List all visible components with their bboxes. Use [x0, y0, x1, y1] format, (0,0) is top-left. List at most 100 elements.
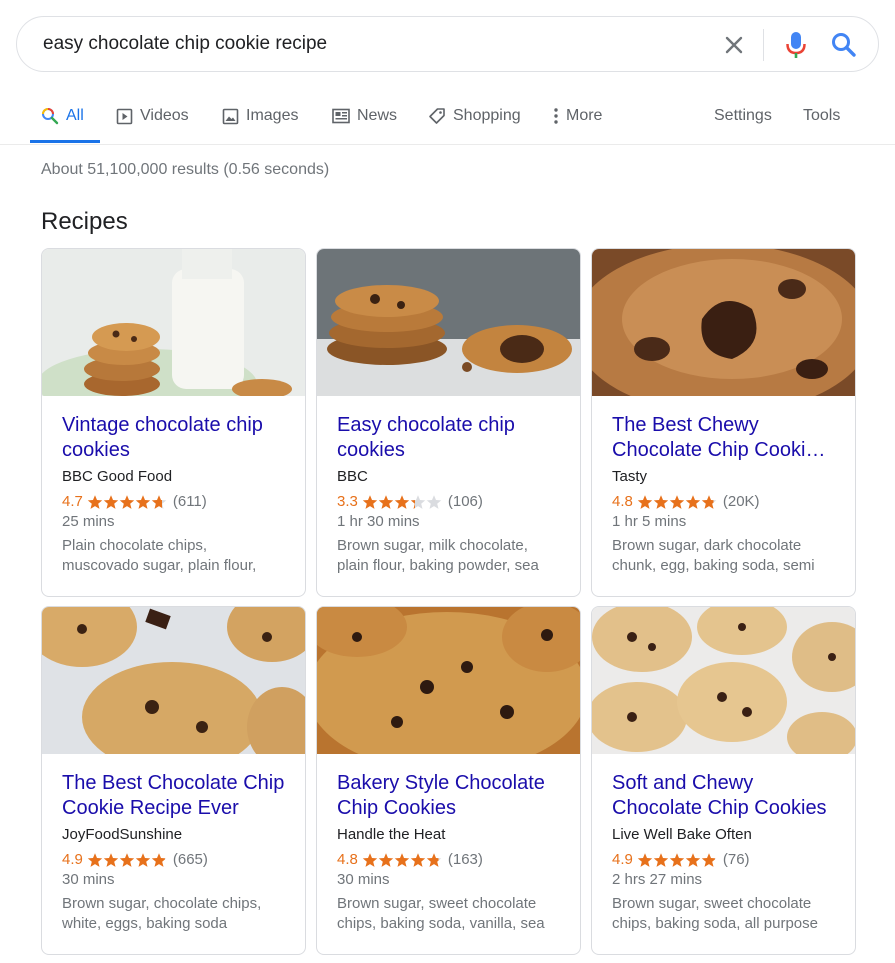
recipe-title[interactable]: The Best Chewy Chocolate Chip Cooki…: [612, 413, 840, 463]
tab-news[interactable]: News: [332, 106, 397, 126]
review-count: (611): [172, 493, 207, 510]
recipe-source: JoyFoodSunshine: [62, 826, 183, 843]
more-vertical-icon: [554, 108, 558, 124]
tab-videos[interactable]: Videos: [116, 106, 189, 126]
active-tab-indicator: [30, 140, 100, 143]
search-bar: easy chocolate chip cookie recipe: [16, 16, 879, 72]
star-icon: [119, 494, 135, 509]
star-icon: [151, 494, 167, 509]
tab-shopping[interactable]: Shopping: [428, 106, 521, 126]
star-icon: [394, 494, 410, 509]
recipe-photo: [42, 607, 305, 754]
star-icon: [653, 852, 669, 867]
star-icon: [362, 494, 378, 509]
tab-videos-label: Videos: [140, 107, 189, 124]
star-icon: [426, 494, 442, 509]
tabs-divider: [0, 144, 895, 145]
tab-shopping-label: Shopping: [453, 107, 521, 124]
image-icon: [222, 108, 239, 124]
recipe-ingredients: Brown sugar, dark chocolate chunk, egg, …: [612, 537, 815, 574]
star-icon: [653, 494, 669, 509]
star-rating: [637, 494, 717, 510]
recipe-card[interactable]: Soft and Chewy Chocolate Chip Cookies Li…: [591, 606, 856, 955]
tab-more-label: More: [566, 107, 603, 124]
tag-icon: [429, 108, 445, 124]
recipe-source: Handle the Heat: [337, 826, 446, 843]
recipe-title[interactable]: The Best Chocolate Chip Cookie Recipe Ev…: [62, 771, 290, 821]
rating-value: 4.7: [62, 493, 83, 510]
microphone-icon: [786, 32, 806, 58]
recipe-title[interactable]: Bakery Style Chocolate Chip Cookies: [337, 771, 565, 821]
result-stats: About 51,100,000 results (0.56 seconds): [41, 161, 330, 178]
recipe-title[interactable]: Easy chocolate chip cookies: [337, 413, 565, 463]
recipe-source: BBC Good Food: [62, 468, 173, 485]
star-icon: [103, 852, 119, 867]
recipe-title[interactable]: Soft and Chewy Chocolate Chip Cookies: [612, 771, 840, 821]
recipe-time: 2 hrs 27 mins: [612, 871, 703, 888]
rating-value: 3.3: [337, 493, 358, 510]
recipe-rating: 4.9 (76): [612, 851, 750, 868]
star-icon: [701, 852, 717, 867]
recipe-source: Live Well Bake Often: [612, 826, 752, 843]
recipe-ingredients: Brown sugar, sweet chocolate chips, baki…: [612, 895, 818, 932]
search-icon: [832, 33, 856, 57]
star-icon: [701, 494, 717, 509]
recipe-rating: 4.8 (163): [337, 851, 483, 868]
tab-all[interactable]: All: [41, 106, 84, 126]
star-icon: [87, 494, 103, 509]
search-button[interactable]: [830, 31, 858, 59]
star-icon: [151, 852, 167, 867]
star-rating: [87, 494, 167, 510]
star-icon: [637, 494, 653, 509]
rating-value: 4.8: [337, 851, 358, 868]
tab-all-label: All: [66, 107, 84, 124]
star-icon: [637, 852, 653, 867]
recipe-ingredients: Plain chocolate chips, muscovado sugar, …: [62, 537, 257, 574]
recipe-card[interactable]: The Best Chocolate Chip Cookie Recipe Ev…: [41, 606, 306, 955]
recipe-rating: 4.7 (611): [62, 493, 207, 510]
review-count: (163): [447, 851, 483, 868]
star-icon: [410, 494, 426, 509]
recipe-time: 1 hr 5 mins: [612, 513, 687, 530]
star-icon: [378, 852, 394, 867]
star-icon: [426, 852, 442, 867]
search-icon: [42, 108, 59, 125]
star-icon: [394, 852, 410, 867]
recipe-photo: [317, 607, 580, 754]
star-rating: [87, 852, 167, 868]
recipe-card[interactable]: Easy chocolate chip cookies BBC 3.3 (106…: [316, 248, 581, 597]
recipe-card[interactable]: Bakery Style Chocolate Chip Cookies Hand…: [316, 606, 581, 955]
star-icon: [103, 494, 119, 509]
recipe-rating: 4.8 (20K): [612, 493, 760, 510]
clear-search-button[interactable]: [722, 33, 746, 57]
review-count: (20K): [722, 493, 760, 510]
search-input[interactable]: easy chocolate chip cookie recipe: [43, 33, 327, 55]
tab-images[interactable]: Images: [222, 106, 298, 126]
rating-value: 4.8: [612, 493, 633, 510]
star-icon: [135, 852, 151, 867]
tab-more[interactable]: More: [552, 106, 602, 126]
star-icon: [119, 852, 135, 867]
video-icon: [116, 108, 133, 124]
star-icon: [669, 494, 685, 509]
star-rating: [362, 494, 442, 510]
recipe-photo: [42, 249, 305, 396]
tab-images-label: Images: [246, 107, 299, 124]
close-icon: [725, 36, 743, 54]
recipe-time: 30 mins: [62, 871, 115, 888]
star-icon: [685, 852, 701, 867]
voice-search-button[interactable]: [784, 29, 808, 61]
recipe-time: 25 mins: [62, 513, 115, 530]
recipe-card[interactable]: Vintage chocolate chip cookies BBC Good …: [41, 248, 306, 597]
recipe-rating: 4.9 (665): [62, 851, 208, 868]
star-icon: [410, 852, 426, 867]
recipes-heading: Recipes: [41, 208, 128, 235]
recipe-card[interactable]: The Best Chewy Chocolate Chip Cooki… Tas…: [591, 248, 856, 597]
recipe-photo: [317, 249, 580, 396]
recipe-title[interactable]: Vintage chocolate chip cookies: [62, 413, 290, 463]
star-icon: [87, 852, 103, 867]
recipe-time: 30 mins: [337, 871, 390, 888]
tab-tools[interactable]: Tools: [803, 106, 840, 126]
tab-settings[interactable]: Settings: [714, 106, 772, 126]
tab-news-label: News: [357, 107, 398, 124]
